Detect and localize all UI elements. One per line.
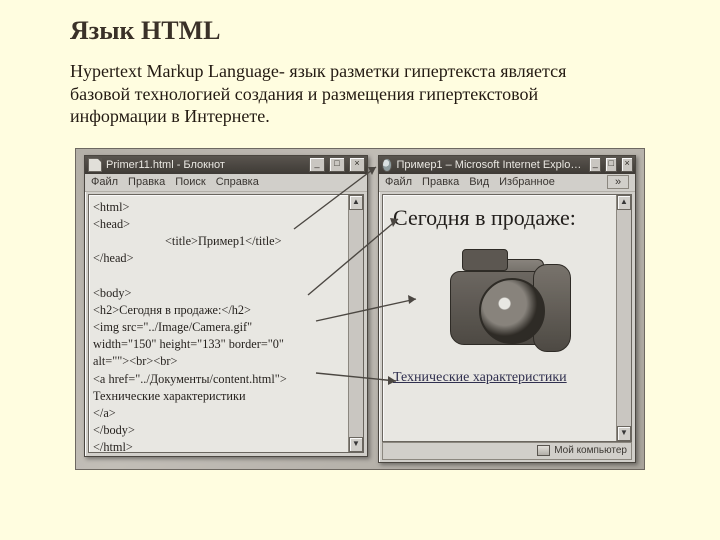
menu-edit[interactable]: Правка	[128, 176, 165, 188]
menu-edit[interactable]: Правка	[422, 176, 459, 188]
browser-titlebar: Пример1 – Microsoft Internet Explo… _ □ …	[379, 156, 635, 174]
browser-menubar: Файл Правка Вид Избранное »	[379, 174, 635, 192]
maximize-button[interactable]: □	[605, 157, 617, 172]
description-paragraph: Hypertext Markup Language- язык разметки…	[70, 60, 630, 128]
browser-title-text: Пример1 – Microsoft Internet Explo…	[396, 159, 581, 171]
notepad-title-text: Primer11.html - Блокнот	[106, 159, 225, 171]
minimize-button[interactable]: _	[589, 157, 601, 172]
camera-image	[432, 243, 582, 358]
menu-file[interactable]: Файл	[91, 176, 118, 188]
scroll-up-icon[interactable]: ▲	[349, 195, 363, 210]
notepad-titlebar: Primer11.html - Блокнот _ □ ×	[85, 156, 367, 174]
menu-view[interactable]: Вид	[469, 176, 489, 188]
scroll-down-icon[interactable]: ▼	[617, 426, 631, 441]
specs-link[interactable]: Технические характеристики	[393, 370, 567, 385]
minimize-button[interactable]: _	[309, 157, 325, 172]
browser-scrollbar[interactable]: ▲ ▼	[616, 195, 631, 441]
close-button[interactable]: ×	[621, 157, 633, 172]
browser-statusbar: Мой компьютер	[382, 442, 632, 460]
page-title: Язык HTML	[70, 16, 650, 46]
menu-search[interactable]: Поиск	[175, 176, 205, 188]
notepad-scrollbar[interactable]: ▲ ▼	[348, 195, 363, 452]
ie-icon	[382, 158, 392, 172]
close-button[interactable]: ×	[349, 157, 365, 172]
pc-icon	[537, 445, 550, 456]
scroll-down-icon[interactable]: ▼	[349, 437, 363, 452]
status-text: Мой компьютер	[554, 445, 627, 456]
document-icon	[88, 158, 102, 172]
menu-help[interactable]: Справка	[216, 176, 259, 188]
browser-window: Пример1 – Microsoft Internet Explo… _ □ …	[378, 155, 636, 463]
scroll-up-icon[interactable]: ▲	[617, 195, 631, 210]
illustration: Primer11.html - Блокнот _ □ × Файл Правк…	[75, 148, 645, 470]
page-heading: Сегодня в продаже:	[393, 205, 621, 231]
menu-file[interactable]: Файл	[385, 176, 412, 188]
notepad-client: <html> <head> <title>Пример1</title> </h…	[88, 194, 364, 453]
browser-client: Сегодня в продаже: Технические характери…	[382, 194, 632, 442]
maximize-button[interactable]: □	[329, 157, 345, 172]
menu-favorites[interactable]: Избранное	[499, 176, 555, 188]
notepad-code[interactable]: <html> <head> <title>Пример1</title> </h…	[89, 195, 363, 453]
rendered-page: Сегодня в продаже: Технические характери…	[383, 195, 631, 396]
menu-more-icon[interactable]: »	[607, 175, 629, 189]
notepad-menubar: Файл Правка Поиск Справка	[85, 174, 367, 192]
notepad-window: Primer11.html - Блокнот _ □ × Файл Правк…	[84, 155, 368, 457]
